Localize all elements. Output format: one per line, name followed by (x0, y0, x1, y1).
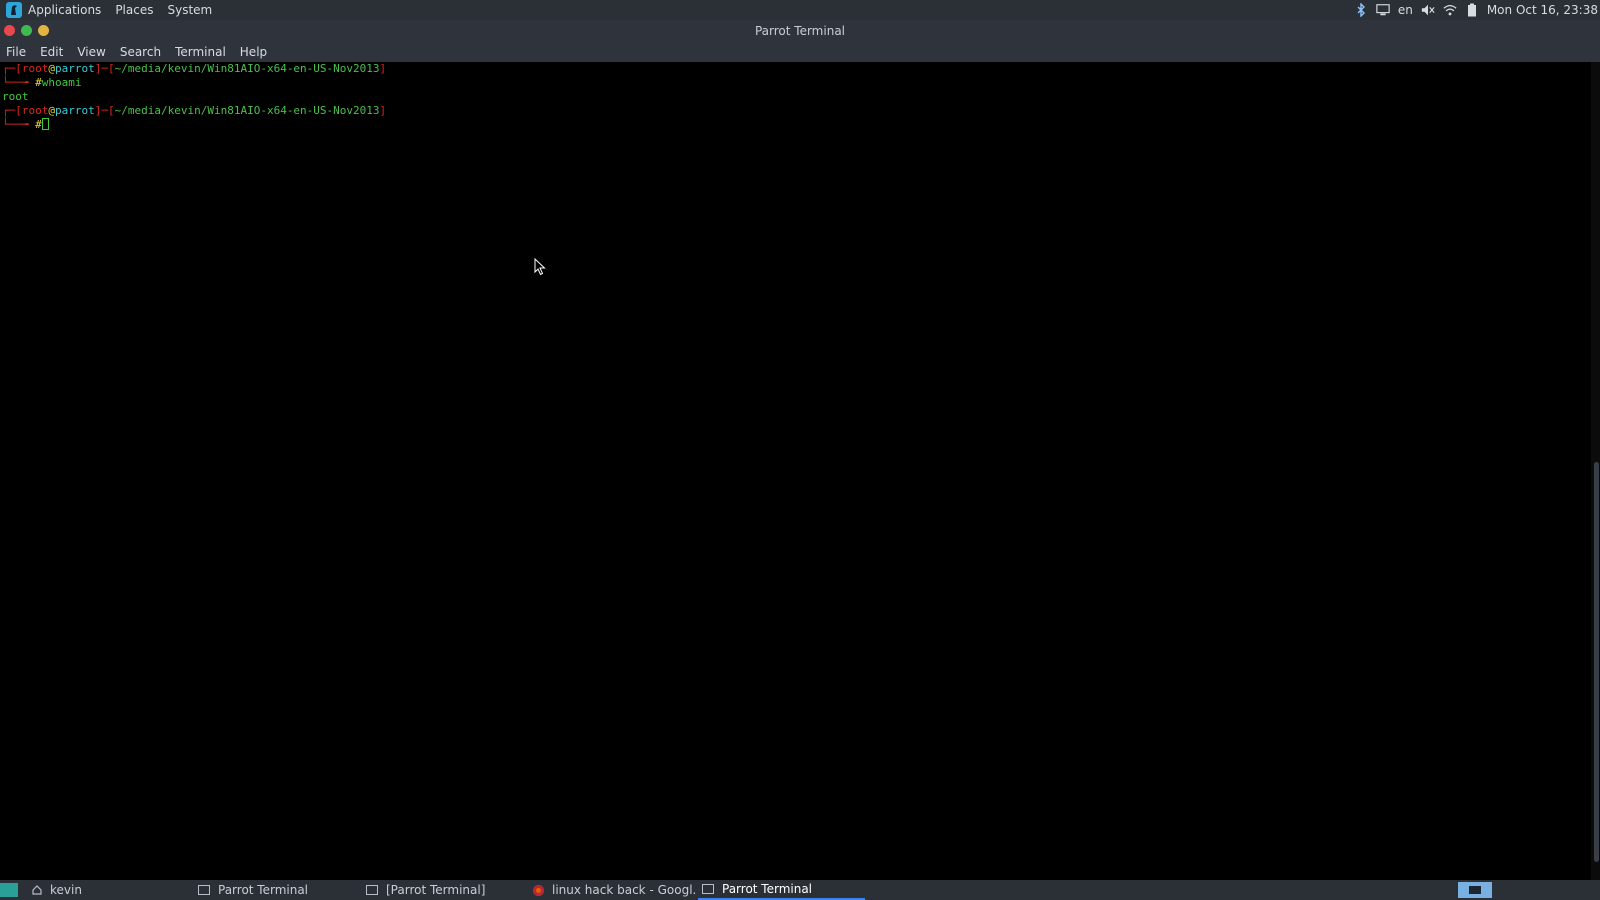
bluetooth-icon[interactable] (1354, 3, 1368, 17)
menu-view[interactable]: View (77, 45, 105, 59)
home-folder-icon (32, 885, 42, 895)
window-icon (198, 885, 210, 895)
clock[interactable]: Mon Oct 16, 23:38 (1487, 3, 1598, 17)
taskbar-item-kevin[interactable]: kevin (32, 880, 182, 900)
top-panel: Applications Places System en Mon Oct 16… (0, 0, 1600, 20)
window-titlebar[interactable]: Parrot Terminal (0, 20, 1600, 42)
taskbar-item-parrot-terminal-1[interactable]: Parrot Terminal (198, 880, 356, 900)
bottom-panel: kevin Parrot Terminal [Parrot Terminal] … (0, 880, 1600, 900)
command-output: root (2, 90, 29, 103)
prompt-line-1: ┌─[root@parrot]─[~/media/kevin/Win81AIO-… (2, 62, 387, 75)
menu-help[interactable]: Help (240, 45, 267, 59)
taskbar-item-browser[interactable]: linux hack back - Googl... (533, 880, 696, 900)
menu-search[interactable]: Search (120, 45, 161, 59)
prompt-line-2: ┌─[root@parrot]─[~/media/kevin/Win81AIO-… (2, 104, 387, 117)
command-line-1: └──╼ #whoami (2, 76, 82, 89)
system-tray: en Mon Oct 16, 23:38 (1354, 3, 1600, 17)
terminal-output[interactable]: ┌─[root@parrot]─[~/media/kevin/Win81AIO-… (0, 62, 1591, 880)
firefox-icon (533, 884, 544, 896)
display-icon[interactable] (1376, 3, 1390, 17)
taskbar-item-parrot-terminal-active[interactable]: Parrot Terminal (698, 880, 865, 900)
window-icon (366, 885, 378, 895)
menu-places[interactable]: Places (115, 3, 153, 17)
scrollbar-thumb[interactable] (1594, 462, 1599, 862)
menu-edit[interactable]: Edit (40, 45, 63, 59)
text-cursor (41, 118, 49, 130)
window-icon (702, 884, 714, 894)
show-desktop-button[interactable] (0, 883, 18, 897)
workspace-thumbnail (1469, 886, 1481, 894)
wifi-icon[interactable] (1443, 3, 1457, 17)
menu-terminal[interactable]: Terminal (175, 45, 226, 59)
menu-applications[interactable]: Applications (28, 3, 101, 17)
command-line-2: └──╼ # (2, 118, 49, 132)
parrot-logo-icon[interactable] (6, 2, 22, 18)
workspace-switcher[interactable] (1458, 882, 1492, 898)
menu-file[interactable]: File (6, 45, 26, 59)
taskbar-item-parrot-terminal-minimized[interactable]: [Parrot Terminal] (366, 880, 526, 900)
menu-system[interactable]: System (167, 3, 212, 17)
mouse-pointer-icon (534, 257, 546, 280)
terminal-menubar: File Edit View Search Terminal Help (0, 42, 1600, 62)
window-title: Parrot Terminal (754, 24, 846, 38)
keyboard-layout[interactable]: en (1398, 3, 1413, 17)
battery-icon[interactable] (1465, 3, 1479, 17)
terminal-scrollbar[interactable] (1591, 62, 1600, 880)
volume-muted-icon[interactable] (1421, 3, 1435, 17)
